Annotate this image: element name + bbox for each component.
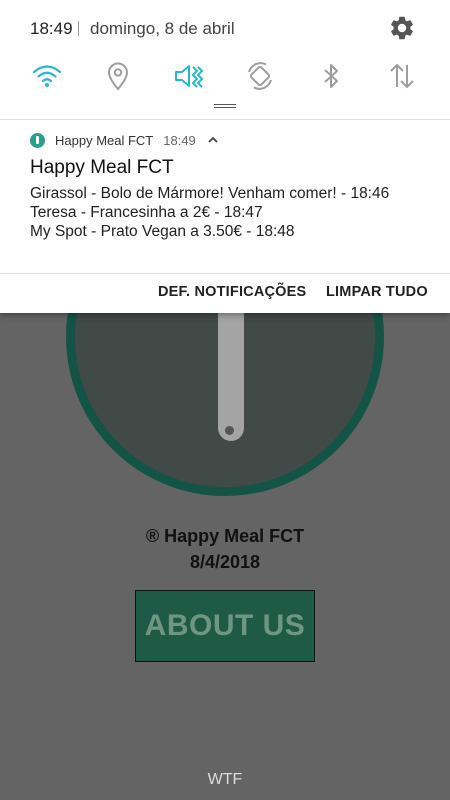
bluetooth-icon[interactable]: [315, 60, 347, 92]
vibrate-icon[interactable]: [173, 60, 205, 92]
notification-line: Teresa - Francesinha a 2€ - 18:47: [30, 204, 263, 221]
notification-line: My Spot - Prato Vegan a 3.50€ - 18:48: [30, 223, 295, 240]
shade-drag-handle[interactable]: [214, 104, 236, 108]
notification-header[interactable]: Happy Meal FCT 18:49: [30, 131, 220, 149]
status-separator: [78, 21, 79, 36]
shade-status-row: 18:49 domingo, 8 de abril: [0, 0, 450, 56]
rotate-icon[interactable]: [244, 60, 276, 92]
notification-line: Girassol - Bolo de Mármore! Venham comer…: [30, 185, 390, 202]
location-icon[interactable]: [102, 60, 134, 92]
clear-all-button[interactable]: LIMPAR TUDO: [326, 284, 428, 300]
chevron-up-icon[interactable]: [206, 133, 220, 147]
notification-settings-button[interactable]: DEF. NOTIFICAÇÕES: [158, 284, 306, 300]
notification-title[interactable]: Happy Meal FCT: [30, 157, 174, 179]
notification-app-name: Happy Meal FCT: [55, 132, 154, 148]
app-date: 8/4/2018: [189, 552, 261, 572]
status-date: domingo, 8 de abril: [90, 19, 235, 38]
data-arrows-icon[interactable]: [386, 60, 418, 92]
about-us-button[interactable]: ABOUT US: [135, 590, 315, 662]
shade-divider: [0, 119, 450, 120]
fork-icon: [30, 132, 45, 148]
dial-pin: [225, 426, 234, 435]
gear-icon[interactable]: [388, 14, 416, 42]
notification-shade: 18:49 domingo, 8 de abril Happy Meal FCT…: [0, 0, 450, 313]
app-footer: WTF: [207, 771, 243, 788]
app-copyright: ® Happy Meal FCT: [145, 526, 305, 546]
notification-time: 18:49: [163, 132, 196, 148]
actions-divider: [0, 273, 450, 274]
status-time: 18:49: [30, 19, 73, 38]
quick-settings-row: [0, 56, 450, 96]
notification-body[interactable]: Girassol - Bolo de Mármore! Venham comer…: [30, 184, 440, 241]
wifi-icon[interactable]: [31, 60, 63, 92]
